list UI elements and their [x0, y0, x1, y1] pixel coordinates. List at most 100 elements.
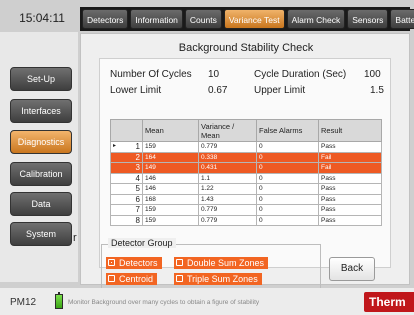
- radio-unchecked-icon: [176, 275, 183, 282]
- cell-result: Pass: [318, 172, 382, 184]
- table-row[interactable]: 3 149 0.431 0 Fail: [110, 162, 382, 174]
- radio-checked-icon: [108, 259, 115, 266]
- tab-variance-test[interactable]: Variance Test: [223, 9, 285, 29]
- tab-sensors[interactable]: Sensors: [347, 9, 389, 29]
- cell-variance-mean: 0.779: [198, 141, 257, 153]
- cell-variance-mean: 0.431: [198, 162, 257, 174]
- table-row[interactable]: 6 168 1.43 0 Pass: [110, 193, 382, 205]
- sidebar-item-setup[interactable]: Set-Up: [10, 67, 72, 91]
- radio-detectors[interactable]: Detectors: [106, 257, 162, 269]
- sidebar-item-system[interactable]: System: [10, 222, 72, 246]
- cell-mean: 159: [142, 214, 199, 226]
- cell-false-alarms: 0: [256, 151, 319, 163]
- col-header-variance-mean: Variance / Mean: [198, 119, 257, 142]
- radio-triple-sum-zones[interactable]: Triple Sum Zones: [174, 273, 262, 285]
- radio-double-sum-zones[interactable]: Double Sum Zones: [174, 257, 269, 269]
- cell-mean: 146: [142, 172, 199, 184]
- radio-unchecked-icon: [108, 275, 115, 282]
- app-screen: 15:04:11 Detectors Information Counts Va…: [0, 0, 414, 315]
- duration-label: Cycle Duration (Sec): [254, 69, 347, 80]
- cell-mean: 159: [142, 141, 199, 153]
- cell-result: Pass: [318, 193, 382, 205]
- table-row[interactable]: 2 164 0.338 0 Fail: [110, 151, 382, 163]
- cell-mean: 149: [142, 162, 199, 174]
- radio-centroid-label: Centroid: [119, 274, 154, 284]
- col-header-false-alarms: False Alarms: [256, 119, 319, 142]
- detector-group: Detector Group Detectors Double Sum Zone…: [101, 238, 321, 290]
- duration-value: 100: [364, 69, 381, 80]
- row-selector-icon: ▸: [113, 143, 117, 150]
- cycles-value: 10: [208, 69, 220, 80]
- lower-limit-label: Lower Limit: [110, 85, 162, 96]
- pm-label: PM12: [10, 297, 37, 308]
- cell-false-alarms: 0: [256, 204, 319, 216]
- sidebar-item-interfaces[interactable]: Interfaces: [10, 99, 72, 123]
- sidebar: Set-Up Interfaces Diagnostics Calibratio…: [0, 32, 78, 282]
- col-header-mean: Mean: [142, 119, 199, 142]
- tab-alarm-check[interactable]: Alarm Check: [286, 9, 346, 29]
- results-panel: Number Of Cycles 10 Cycle Duration (Sec)…: [99, 58, 391, 268]
- cell-result: Pass: [318, 183, 382, 195]
- sidebar-item-calibration[interactable]: Calibration: [10, 162, 72, 186]
- cell-result: Pass: [318, 141, 382, 153]
- tab-bar: Detectors Information Counts Variance Te…: [80, 7, 414, 31]
- radio-centroid[interactable]: Centroid: [106, 273, 158, 285]
- table-header-row: Mean Variance / Mean False Alarms Result: [110, 119, 382, 142]
- radio-unchecked-icon: [176, 259, 183, 266]
- row-index: 3: [110, 162, 143, 174]
- cell-result: Fail: [318, 162, 382, 174]
- radio-double-sum-zones-label: Double Sum Zones: [187, 258, 265, 268]
- status-hint: Monitor Background over many cycles to o…: [68, 299, 260, 306]
- cell-variance-mean: 0.779: [198, 204, 257, 216]
- table-row[interactable]: 8 159 0.779 0 Pass: [110, 214, 382, 226]
- upper-limit-value: 1.5: [370, 85, 384, 96]
- status-bar: PM12 Monitor Background over many cycles…: [0, 288, 414, 315]
- cell-variance-mean: 0.779: [198, 214, 257, 226]
- tab-information[interactable]: Information: [130, 9, 183, 29]
- table-row[interactable]: 5 146 1.22 0 Pass: [110, 183, 382, 195]
- tab-detectors[interactable]: Detectors: [82, 9, 129, 29]
- tab-counts[interactable]: Counts: [184, 9, 222, 29]
- cell-variance-mean: 0.338: [198, 151, 257, 163]
- back-button[interactable]: Back: [329, 257, 375, 281]
- cell-result: Fail: [318, 151, 382, 163]
- table-row[interactable]: 4 146 1.1 0 Pass: [110, 172, 382, 184]
- upper-limit-label: Upper Limit: [254, 85, 306, 96]
- row-index: 5: [110, 183, 143, 195]
- clock: 15:04:11: [19, 11, 65, 25]
- overflow-text: r: [73, 232, 77, 244]
- cell-result: Pass: [318, 204, 382, 216]
- cell-mean: 146: [142, 183, 199, 195]
- tab-battery[interactable]: Battery: [390, 9, 414, 29]
- cell-variance-mean: 1.43: [198, 193, 257, 205]
- cell-false-alarms: 0: [256, 162, 319, 174]
- results-table: Mean Variance / Mean False Alarms Result…: [110, 119, 382, 226]
- cell-variance-mean: 1.22: [198, 183, 257, 195]
- table-row[interactable]: ▸ 1 159 0.779 0 Pass: [110, 141, 382, 153]
- sidebar-item-diagnostics[interactable]: Diagnostics: [10, 130, 72, 154]
- cell-mean: 164: [142, 151, 199, 163]
- cell-false-alarms: 0: [256, 183, 319, 195]
- cell-false-alarms: 0: [256, 141, 319, 153]
- row-index: 6: [110, 193, 143, 205]
- cell-mean: 168: [142, 193, 199, 205]
- cell-mean: 159: [142, 204, 199, 216]
- col-header-result: Result: [318, 119, 382, 142]
- sidebar-item-data[interactable]: Data: [10, 192, 72, 216]
- row-index: 4: [110, 172, 143, 184]
- battery-icon: [55, 292, 63, 309]
- main-panel: Background Stability Check Number Of Cyc…: [80, 33, 410, 290]
- brand-logo: Therm: [364, 292, 414, 312]
- row-index: ▸ 1: [110, 141, 143, 153]
- row-index: 8: [110, 214, 143, 226]
- cycles-label: Number Of Cycles: [110, 69, 192, 80]
- lower-limit-value: 0.67: [208, 85, 228, 96]
- table-row[interactable]: 7 159 0.779 0 Pass: [110, 204, 382, 216]
- cell-false-alarms: 0: [256, 172, 319, 184]
- page-title: Background Stability Check: [178, 42, 314, 54]
- cell-result: Pass: [318, 214, 382, 226]
- cell-false-alarms: 0: [256, 193, 319, 205]
- col-header-index: [110, 119, 143, 142]
- row-index: 2: [110, 151, 143, 163]
- detector-group-title: Detector Group: [108, 238, 176, 248]
